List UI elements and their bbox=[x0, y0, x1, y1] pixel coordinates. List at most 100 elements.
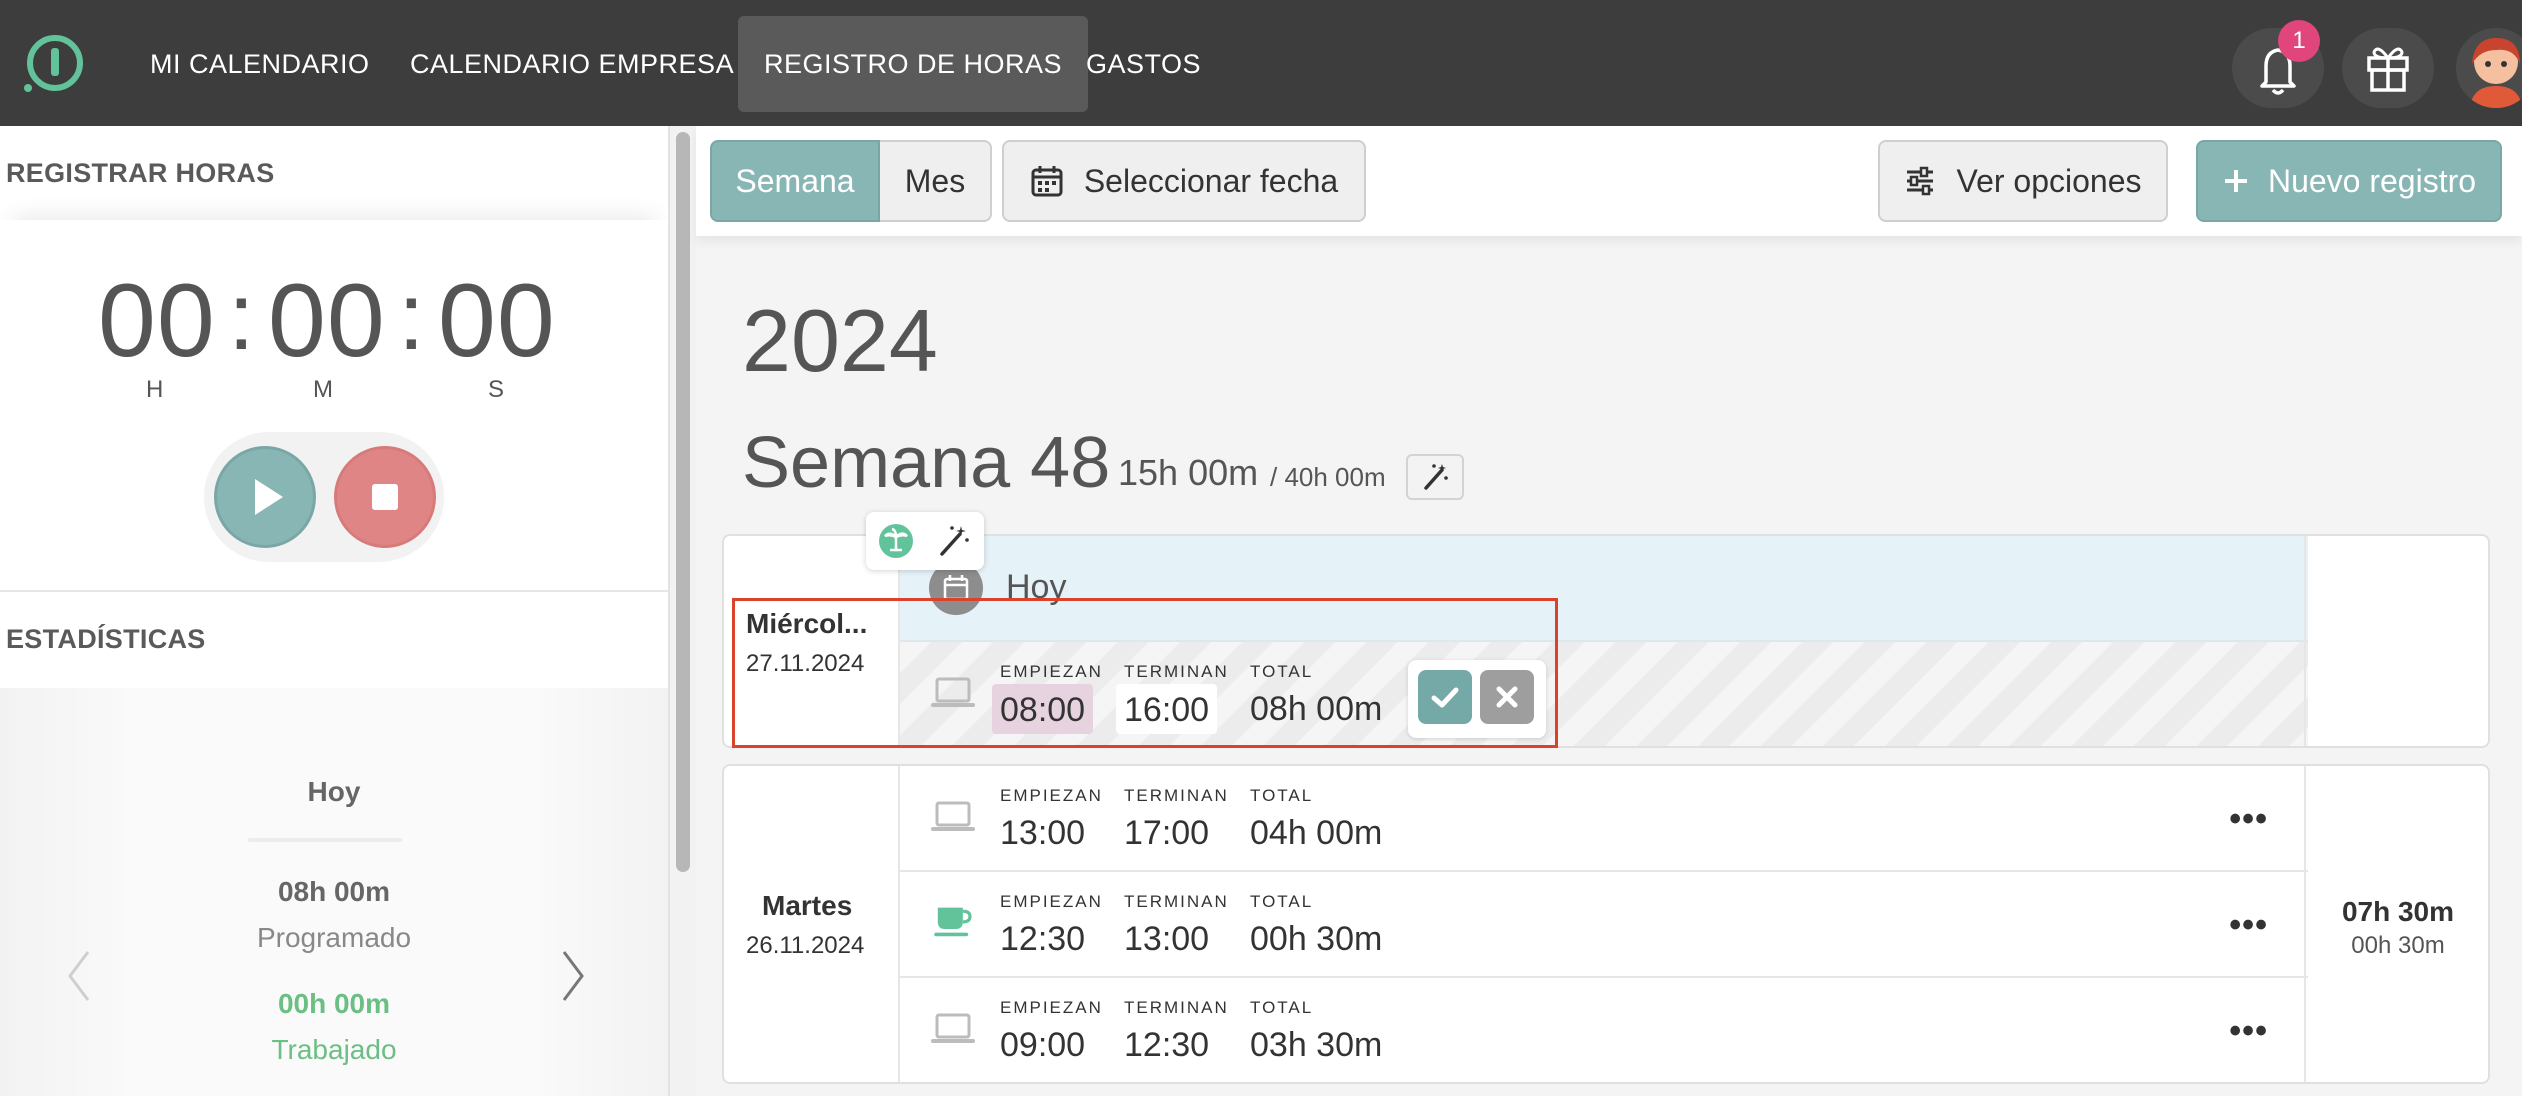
select-date-button[interactable]: Seleccionar fecha bbox=[1002, 140, 1366, 222]
laptop-icon bbox=[931, 1013, 975, 1043]
nav-registro-de-horas[interactable]: REGISTRO DE HORAS bbox=[738, 16, 1089, 112]
entry-total: 03h 30m bbox=[1250, 1026, 1383, 1064]
entry-total: 00h 30m bbox=[1250, 920, 1383, 958]
day-name: Miércol... bbox=[746, 608, 868, 639]
timer-colon: : bbox=[398, 263, 425, 370]
coffee-cup-icon bbox=[934, 907, 972, 937]
entry-total: 04h 00m bbox=[1250, 814, 1383, 852]
chevron-left-icon[interactable] bbox=[60, 946, 100, 1006]
entry-start: 13:00 bbox=[1000, 814, 1086, 852]
day-total-column bbox=[2304, 536, 2488, 746]
more-options-button[interactable]: ••• bbox=[2229, 1012, 2268, 1051]
day-column: Martes 26.11.2024 bbox=[724, 766, 900, 1082]
avatar-icon bbox=[2456, 28, 2522, 108]
total-label: TOTAL bbox=[1250, 786, 1314, 805]
total-label: TOTAL bbox=[1250, 998, 1314, 1017]
end-label: TERMINAN bbox=[1124, 998, 1229, 1017]
start-label: EMPIEZAN bbox=[1000, 662, 1103, 681]
confirm-button[interactable] bbox=[1418, 670, 1472, 724]
cancel-button[interactable] bbox=[1480, 670, 1534, 724]
stats-worked-label: Trabajado bbox=[271, 1034, 397, 1065]
new-record-button[interactable]: Nuevo registro bbox=[2196, 140, 2502, 222]
laptop-icon bbox=[931, 677, 975, 707]
app-logo-icon[interactable] bbox=[18, 30, 86, 98]
start-label: EMPIEZAN bbox=[1000, 998, 1103, 1017]
time-entry-row[interactable]: EMPIEZAN TERMINAN TOTAL 13:00 17:00 04h … bbox=[900, 766, 2308, 872]
week-hours: 15h 00m bbox=[1118, 452, 1259, 493]
entry-end: 12:30 bbox=[1124, 1026, 1210, 1064]
time-entry-row[interactable]: EMPIEZAN TERMINAN TOTAL 09:00 12:30 03h … bbox=[900, 978, 2308, 1082]
day-name: Martes bbox=[762, 890, 853, 921]
today-row: Hoy bbox=[900, 536, 2308, 642]
day-date: 26.11.2024 bbox=[746, 932, 865, 959]
timer-minutes: 00 bbox=[268, 263, 386, 379]
more-options-button[interactable]: ••• bbox=[2229, 906, 2268, 945]
select-date-label: Seleccionar fecha bbox=[1083, 162, 1339, 199]
magic-wand-icon bbox=[1424, 464, 1448, 490]
week-view-button[interactable]: Semana bbox=[710, 140, 880, 222]
day-total: 07h 30m bbox=[2341, 896, 2455, 927]
stats-period: Hoy bbox=[307, 776, 361, 807]
timer-section-title: REGISTRAR HORAS bbox=[6, 158, 275, 188]
day-break-total: 00h 30m bbox=[2351, 932, 2445, 959]
more-options-button[interactable]: ••• bbox=[2229, 800, 2268, 839]
unit-minutes: M bbox=[313, 376, 333, 403]
laptop-icon bbox=[931, 801, 975, 831]
entry-total: 08h 00m bbox=[1250, 690, 1383, 728]
timer-hours: 00 bbox=[98, 263, 216, 379]
end-label: TERMINAN bbox=[1124, 892, 1229, 911]
time-entry-row[interactable]: EMPIEZAN TERMINAN TOTAL 12:30 13:00 00h … bbox=[900, 872, 2308, 978]
end-label: TERMINAN bbox=[1124, 786, 1229, 805]
total-label: TOTAL bbox=[1250, 662, 1314, 681]
week-target-hours: / 40h 00m bbox=[1270, 462, 1386, 492]
nav-mi-calendario[interactable]: MI CALENDARIO bbox=[124, 16, 396, 112]
week-heading: Semana 48 bbox=[742, 423, 1111, 503]
edit-entry-row: EMPIEZAN TERMINAN TOTAL 08:00 16:00 08h … bbox=[900, 642, 2308, 746]
stats-progress-track bbox=[248, 838, 402, 842]
unit-hours: H bbox=[146, 376, 164, 403]
play-button[interactable] bbox=[214, 446, 316, 548]
timer-colon: : bbox=[228, 263, 255, 370]
vacation-palm-icon[interactable] bbox=[878, 523, 914, 559]
user-avatar[interactable] bbox=[2456, 28, 2522, 108]
month-view-button[interactable]: Mes bbox=[880, 140, 992, 222]
notification-badge: 1 bbox=[2278, 20, 2320, 62]
scrollbar-thumb[interactable] bbox=[676, 132, 690, 872]
start-label: EMPIEZAN bbox=[1000, 786, 1103, 805]
day-quick-actions bbox=[866, 512, 984, 570]
close-icon bbox=[1496, 686, 1518, 708]
magic-wand-icon[interactable] bbox=[934, 522, 974, 560]
total-label: TOTAL bbox=[1250, 892, 1314, 911]
end-time-input[interactable]: 16:00 bbox=[1116, 684, 1218, 734]
gift-button[interactable] bbox=[2342, 28, 2434, 108]
today-label: Hoy bbox=[1006, 568, 1067, 606]
left-divider bbox=[0, 590, 668, 592]
end-label: TERMINAN bbox=[1124, 662, 1229, 681]
plus-icon bbox=[2224, 170, 2247, 192]
gift-icon bbox=[2367, 47, 2409, 92]
view-options-button[interactable]: Ver opciones bbox=[1878, 140, 2168, 222]
check-icon bbox=[1431, 687, 1459, 708]
nav-calendario-empresa[interactable]: CALENDARIO EMPRESA bbox=[384, 16, 760, 112]
entry-start: 09:00 bbox=[1000, 1026, 1086, 1064]
sliders-icon bbox=[1907, 166, 1934, 196]
auto-fill-week-button[interactable] bbox=[1406, 454, 1464, 500]
day-card-wednesday: Miércol... 27.11.2024 Hoy EMPIEZAN TERMI… bbox=[722, 534, 2490, 748]
stats-scheduled-value: 08h 00m bbox=[277, 876, 391, 907]
entry-end: 13:00 bbox=[1124, 920, 1210, 958]
stop-icon bbox=[372, 484, 398, 510]
stats-section-title: ESTADÍSTICAS bbox=[6, 624, 206, 654]
timer-seconds: 00 bbox=[438, 263, 556, 379]
year-heading: 2024 bbox=[742, 291, 938, 390]
start-label: EMPIEZAN bbox=[1000, 892, 1103, 911]
nav-gastos[interactable]: GASTOS bbox=[1060, 16, 1227, 112]
stop-button[interactable] bbox=[334, 446, 436, 548]
chevron-right-icon[interactable] bbox=[552, 946, 592, 1006]
day-card-tuesday: Martes 26.11.2024 EMPIEZAN TERMINAN TOTA… bbox=[722, 764, 2490, 1084]
new-record-label: Nuevo registro bbox=[2267, 162, 2477, 199]
entry-end: 17:00 bbox=[1124, 814, 1210, 852]
top-nav: MI CALENDARIO CALENDARIO EMPRESA REGISTR… bbox=[0, 0, 2522, 126]
calendar-icon bbox=[1031, 166, 1063, 197]
unit-seconds: S bbox=[488, 376, 505, 403]
start-time-input[interactable]: 08:00 bbox=[992, 684, 1094, 734]
